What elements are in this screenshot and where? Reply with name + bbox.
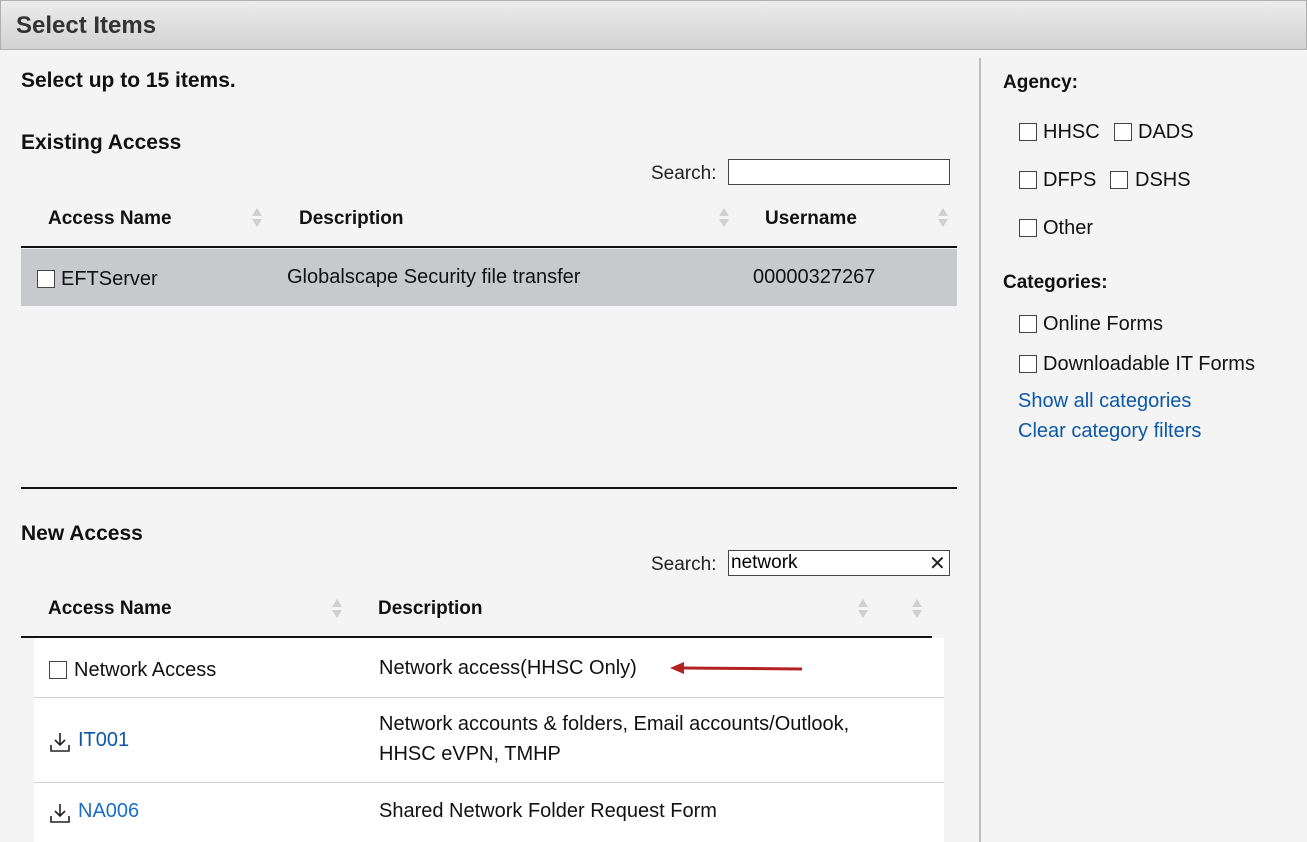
it001-description-line1: Network accounts & folders, Email accoun…: [379, 713, 850, 735]
panel-divider: [979, 58, 981, 842]
category-downloadable-checkbox[interactable]: [1019, 355, 1037, 373]
existing-access-title: Existing Access: [21, 131, 182, 154]
agency-dshs-label[interactable]: DSHS: [1135, 169, 1191, 192]
agency-dads-checkbox[interactable]: [1114, 123, 1132, 141]
network-access-name: Network Access: [74, 659, 217, 681]
table-row[interactable]: [34, 698, 944, 783]
download-icon[interactable]: [49, 802, 71, 824]
section-divider: [21, 487, 957, 489]
agency-dshs-checkbox[interactable]: [1110, 171, 1128, 189]
sort-access-name-icon[interactable]: [251, 206, 263, 230]
existing-search-label: Search:: [651, 163, 717, 184]
existing-col-description[interactable]: Description: [299, 208, 404, 230]
sort-new-description-icon[interactable]: [857, 597, 869, 621]
show-all-categories-link[interactable]: Show all categories: [1018, 390, 1191, 413]
agency-hhsc-checkbox[interactable]: [1019, 123, 1037, 141]
existing-col-access-name[interactable]: Access Name: [48, 208, 172, 230]
existing-header-divider: [21, 246, 957, 248]
existing-row-username: 00000327267: [753, 266, 876, 288]
na006-description: Shared Network Folder Request Form: [379, 800, 717, 822]
existing-col-username[interactable]: Username: [765, 208, 857, 230]
existing-search-input[interactable]: [728, 159, 950, 185]
agency-dads-label[interactable]: DADS: [1138, 121, 1194, 144]
new-access-title: New Access: [21, 522, 143, 545]
agency-hhsc-label[interactable]: HHSC: [1043, 121, 1100, 144]
category-downloadable-label[interactable]: Downloadable IT Forms: [1043, 353, 1255, 376]
existing-row-description: Globalscape Security file transfer: [287, 266, 581, 288]
na006-link[interactable]: NA006: [78, 800, 139, 823]
red-arrow-annotation: [670, 662, 803, 674]
existing-row-checkbox[interactable]: [37, 270, 55, 288]
agency-other-label[interactable]: Other: [1043, 217, 1093, 240]
it001-description-line2: HHSC eVPN, TMHP: [379, 743, 561, 765]
agency-other-checkbox[interactable]: [1019, 219, 1037, 237]
category-online-forms-label[interactable]: Online Forms: [1043, 313, 1163, 336]
sort-description-icon[interactable]: [718, 206, 730, 230]
new-search-input[interactable]: [728, 550, 950, 576]
sort-new-extra-icon[interactable]: [911, 597, 923, 621]
existing-row-name: EFTServer: [61, 268, 158, 290]
it001-link[interactable]: IT001: [78, 729, 129, 752]
dialog-title: Select Items: [16, 12, 157, 39]
clear-category-filters-link[interactable]: Clear category filters: [1018, 420, 1201, 443]
categories-filter-title: Categories:: [1003, 272, 1108, 293]
new-col-description[interactable]: Description: [378, 598, 483, 620]
selection-limit-text: Select up to 15 items.: [21, 69, 236, 92]
network-access-description: Network access(HHSC Only): [379, 657, 637, 679]
new-col-access-name[interactable]: Access Name: [48, 598, 172, 620]
category-online-forms-checkbox[interactable]: [1019, 315, 1037, 333]
sort-username-icon[interactable]: [937, 206, 949, 230]
agency-filter-title: Agency:: [1003, 72, 1078, 93]
sort-new-access-name-icon[interactable]: [331, 597, 343, 621]
new-search-label: Search:: [651, 554, 717, 575]
agency-dfps-label[interactable]: DFPS: [1043, 169, 1096, 192]
clear-search-icon[interactable]: ✕: [929, 551, 946, 576]
network-access-checkbox[interactable]: [49, 661, 67, 679]
agency-dfps-checkbox[interactable]: [1019, 171, 1037, 189]
download-icon[interactable]: [49, 731, 71, 753]
dialog-titlebar: Select Items: [0, 0, 1307, 50]
